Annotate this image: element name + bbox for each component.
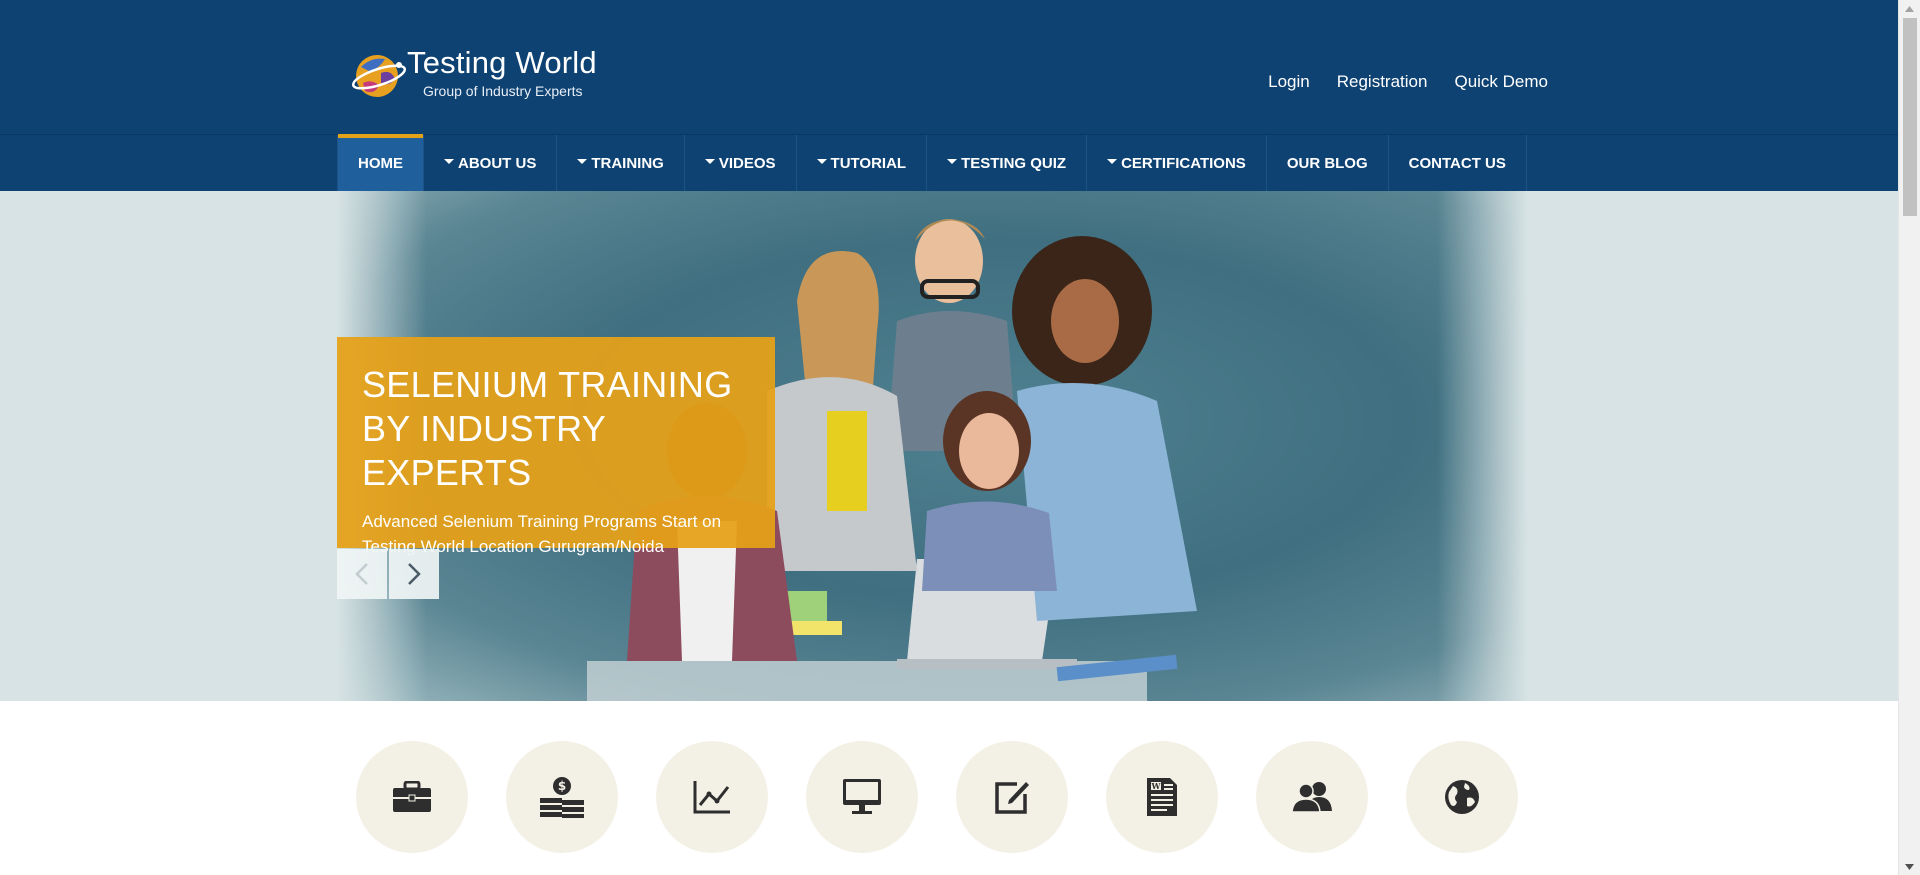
chevron-right-icon <box>408 563 421 585</box>
scroll-down-button[interactable] <box>1899 858 1920 875</box>
caret-down-icon <box>577 159 588 164</box>
caret-down-icon <box>704 159 715 164</box>
svg-text:$: $ <box>558 779 566 793</box>
nav-item-training[interactable]: TRAINING <box>557 135 685 192</box>
monitor-icon <box>843 779 881 814</box>
hero-title-line1: SELENIUM TRAINING <box>362 364 733 405</box>
feature-chart[interactable] <box>656 741 768 853</box>
scroll-up-button[interactable] <box>1899 0 1920 17</box>
nav-item-label: VIDEOS <box>718 155 776 172</box>
features-section: $ W <box>0 701 1898 875</box>
feature-users[interactable] <box>1256 741 1368 853</box>
registration-link[interactable]: Registration <box>1337 72 1428 92</box>
caret-down-icon <box>444 159 454 164</box>
arrow-up-icon <box>1905 5 1914 12</box>
nav-item-tutorial[interactable]: TUTORIAL <box>797 135 928 192</box>
briefcase-icon <box>393 781 431 812</box>
nav-item-label: TESTING QUIZ <box>961 155 1067 172</box>
svg-text:W: W <box>1151 781 1162 791</box>
caret-down-icon <box>816 159 827 164</box>
caret-down-icon <box>1107 159 1118 164</box>
nav-item-label: OUR BLOG <box>1286 155 1368 172</box>
users-icon <box>1291 782 1332 813</box>
nav-item-testing-quiz[interactable]: TESTING QUIZ <box>927 135 1088 192</box>
slider-next-button[interactable] <box>389 549 439 599</box>
hero-title-line2: BY INDUSTRY EXPERTS <box>362 408 606 493</box>
feature-briefcase[interactable] <box>356 741 468 853</box>
feature-monitor[interactable] <box>806 741 918 853</box>
nav-item-label: CONTACT US <box>1408 155 1506 172</box>
nav-item-our-blog[interactable]: OUR BLOG <box>1267 135 1389 192</box>
feature-document[interactable]: W <box>1106 741 1218 853</box>
feature-edit[interactable] <box>956 741 1068 853</box>
hero-caption: SELENIUM TRAINING BY INDUSTRY EXPERTS Ad… <box>337 337 775 556</box>
nav-item-label: ABOUT US <box>458 155 537 172</box>
site-header: Testing World Group of Industry Experts … <box>0 0 1898 134</box>
logo-globe-icon <box>351 55 407 97</box>
line-chart-icon <box>693 781 730 814</box>
quick-demo-link[interactable]: Quick Demo <box>1454 72 1548 92</box>
nav-item-videos[interactable]: VIDEOS <box>685 135 797 192</box>
nav-item-contact-us[interactable]: CONTACT US <box>1389 135 1527 192</box>
edit-icon <box>995 782 1029 814</box>
top-links: Login Registration Quick Demo <box>1268 72 1548 92</box>
globe-icon <box>1445 780 1479 814</box>
nav-item-label: HOME <box>358 155 403 172</box>
main-nav-list: HOME ABOUT US TRAINING VIDEOS TUTORIAL T… <box>337 134 1527 192</box>
feature-money[interactable]: $ <box>506 741 618 853</box>
nav-item-about-us[interactable]: ABOUT US <box>424 135 558 192</box>
scrollbar-thumb[interactable] <box>1903 18 1917 216</box>
feature-globe[interactable] <box>1406 741 1518 853</box>
nav-item-label: TUTORIAL <box>830 155 907 172</box>
logo-title: Testing World <box>407 45 597 80</box>
slider-prev-button[interactable] <box>337 549 387 599</box>
nav-item-home[interactable]: HOME <box>338 134 424 192</box>
hero-slider: SELENIUM TRAINING BY INDUSTRY EXPERTS Ad… <box>0 191 1898 701</box>
arrow-down-icon <box>1905 863 1914 870</box>
logo-subtitle: Group of Industry Experts <box>423 83 583 99</box>
chevron-left-icon <box>355 563 368 585</box>
site-logo[interactable]: Testing World Group of Industry Experts <box>351 45 611 105</box>
hero-description-line1: Advanced Selenium Training Programs Star… <box>362 512 722 531</box>
document-icon: W <box>1147 778 1177 816</box>
vertical-scrollbar[interactable] <box>1898 0 1920 875</box>
login-link[interactable]: Login <box>1268 72 1310 92</box>
caret-down-icon <box>947 159 958 164</box>
nav-item-label: CERTIFICATIONS <box>1121 155 1246 172</box>
money-icon: $ <box>540 777 584 818</box>
main-nav: HOME ABOUT US TRAINING VIDEOS TUTORIAL T… <box>0 134 1898 192</box>
nav-item-certifications[interactable]: CERTIFICATIONS <box>1087 135 1267 192</box>
nav-item-label: TRAINING <box>591 155 664 172</box>
hero-title: SELENIUM TRAINING BY INDUSTRY EXPERTS <box>362 363 751 495</box>
